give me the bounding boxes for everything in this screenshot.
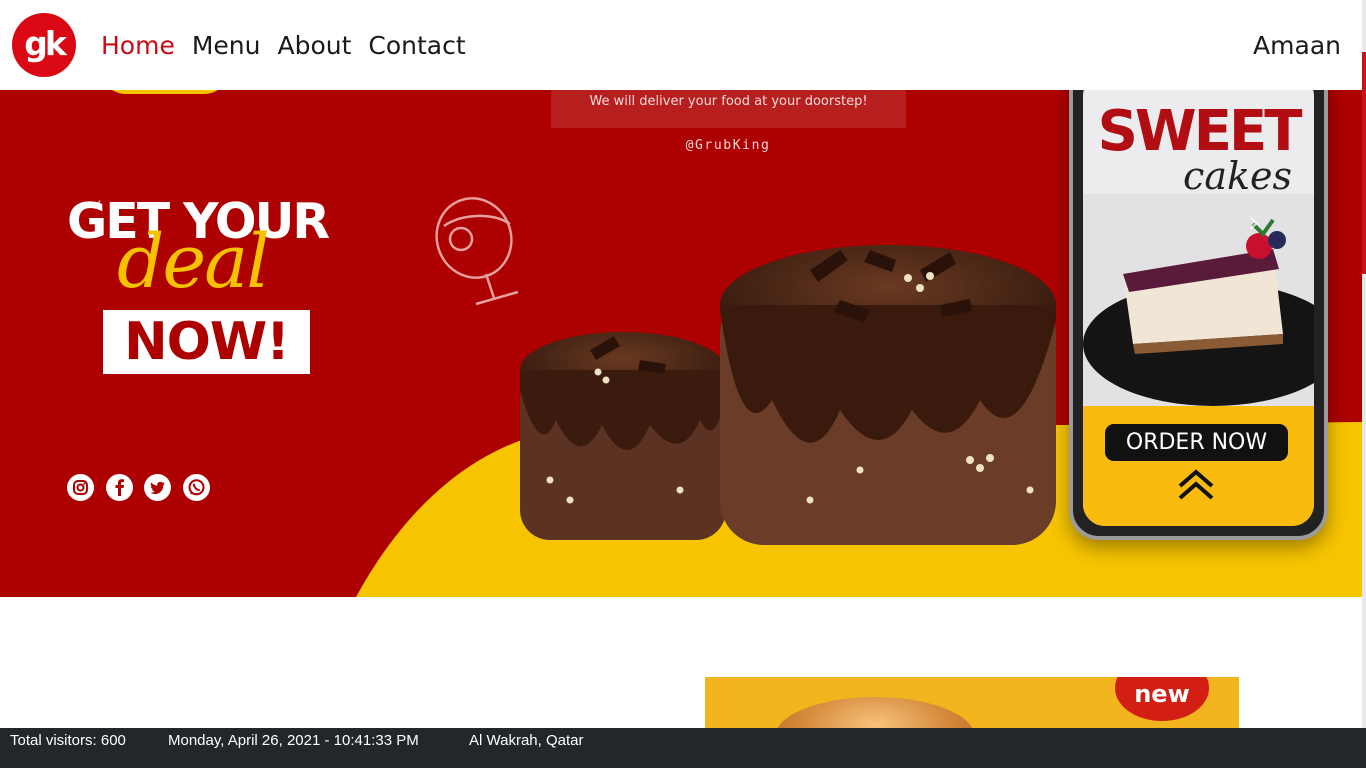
nav-link-menu[interactable]: Menu	[192, 30, 261, 62]
carousel-prev-icon[interactable]: ‹	[93, 192, 103, 216]
status-bar: Total visitors: 600 Monday, April 26, 20…	[0, 728, 1366, 768]
hero-banner: We will deliver your food at your doorst…	[0, 90, 1362, 597]
instagram-icon[interactable]	[67, 474, 94, 501]
carousel-next-icon[interactable]: ›	[1248, 208, 1260, 238]
headline-deal: deal	[117, 219, 270, 305]
scrollbar-thumb[interactable]	[1362, 52, 1366, 274]
navbar: gk Home Menu About Contact Amaan	[0, 0, 1362, 90]
facebook-icon[interactable]	[105, 474, 133, 501]
phone-screen: SWEET cakes ORDER NOW	[1083, 90, 1314, 526]
order-section: ORDER NOW	[1083, 406, 1314, 526]
order-now-button[interactable]: ORDER NOW	[1105, 424, 1288, 461]
current-datetime: Monday, April 26, 2021 - 10:41:33 PM	[168, 732, 419, 749]
phone-mockup: SWEET cakes ORDER NOW	[1069, 90, 1328, 540]
new-badge: new	[1115, 677, 1209, 721]
nav-links: Home Menu About Contact	[101, 30, 483, 62]
user-name[interactable]: Amaan	[1253, 30, 1341, 62]
whatsapp-icon[interactable]	[182, 474, 210, 501]
nav-link-contact[interactable]: Contact	[368, 30, 465, 62]
twitter-icon[interactable]	[144, 474, 171, 501]
nav-link-about[interactable]: About	[277, 30, 351, 62]
cheesecake-image	[1083, 194, 1314, 406]
brand-logo[interactable]: gk	[12, 13, 76, 77]
chevron-up-icon	[1178, 469, 1214, 500]
phone-subtitle: cakes	[1183, 154, 1292, 198]
phone-title: SWEET	[1097, 99, 1303, 164]
nav-link-home[interactable]: Home	[101, 30, 175, 62]
chocolate-cakes-image	[520, 245, 1056, 545]
social-links	[67, 474, 221, 501]
visitor-count: Total visitors: 600	[10, 732, 126, 749]
delivery-tagline: We will deliver your food at your doorst…	[551, 90, 906, 128]
user-location: Al Wakrah, Qatar	[469, 732, 584, 749]
headline-now: NOW!	[103, 310, 310, 374]
page-scrollbar[interactable]	[1362, 0, 1366, 728]
